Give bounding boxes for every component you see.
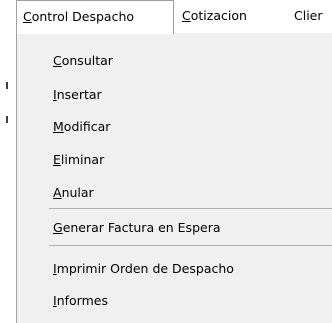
menu-separator — [49, 208, 332, 209]
menu-item-label: odificar — [63, 119, 111, 134]
menu-clientes[interactable]: Clier — [294, 0, 329, 32]
menu-item-informes[interactable]: Informes — [53, 289, 108, 313]
menu-item-label: enerar Factura en Espera — [62, 220, 221, 235]
menu-bar: Control Despacho Cotizacion Clier — [0, 0, 332, 34]
menu-label: otizacion — [190, 8, 247, 23]
menu-item-label: nformes — [56, 293, 108, 308]
control-despacho-dropdown: Consultar Insertar Modificar Eliminar An… — [16, 33, 332, 323]
menu-control-despacho[interactable]: Control Despacho — [16, 0, 174, 34]
menu-item-consultar[interactable]: Consultar — [53, 49, 113, 73]
mnemonic: M — [53, 119, 64, 134]
menu-label: ontrol Despacho — [31, 9, 135, 24]
mnemonic: G — [53, 220, 63, 235]
mnemonic: A — [53, 185, 62, 200]
menu-item-label: liminar — [60, 152, 105, 167]
mnemonic: C — [23, 9, 32, 24]
menu-separator — [49, 245, 332, 246]
mnemonic: E — [53, 152, 61, 167]
menu-item-eliminar[interactable]: Eliminar — [53, 148, 104, 172]
menu-item-label: mprimir Orden de Despacho — [56, 261, 234, 276]
menu-item-modificar[interactable]: Modificar — [53, 115, 110, 139]
menu-item-label: onsultar — [61, 53, 113, 68]
background-edge-mark — [6, 116, 8, 123]
menu-item-imprimir-orden-de-despacho[interactable]: Imprimir Orden de Despacho — [53, 257, 234, 281]
menu-item-label: nsertar — [56, 87, 102, 102]
menu-label: Clier — [294, 8, 323, 23]
menu-item-generar-factura-en-espera[interactable]: Generar Factura en Espera — [53, 216, 221, 240]
mnemonic: C — [53, 53, 62, 68]
menu-item-insertar[interactable]: Insertar — [53, 83, 102, 107]
mnemonic: C — [182, 8, 191, 23]
menu-cotizacion[interactable]: Cotizacion — [174, 0, 253, 32]
menu-item-label: nular — [61, 185, 94, 200]
background-edge-mark — [6, 82, 8, 89]
menu-item-anular[interactable]: Anular — [53, 181, 94, 205]
